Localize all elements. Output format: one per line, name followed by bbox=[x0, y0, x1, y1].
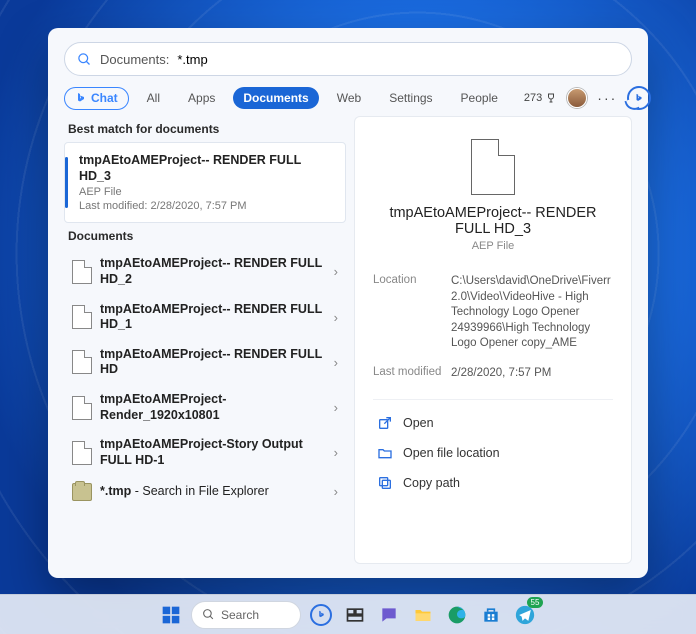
document-result[interactable]: tmpAEtoAMEProject-- RENDER FULL HD › bbox=[64, 340, 346, 385]
preview-pane: tmpAEtoAMEProject-- RENDER FULL HD_3 AEP… bbox=[354, 116, 632, 564]
file-icon bbox=[72, 260, 92, 284]
bing-icon bbox=[634, 92, 644, 104]
result-title: tmpAEtoAMEProject-- RENDER FULL HD_2 bbox=[100, 256, 326, 287]
taskbar-store[interactable] bbox=[477, 601, 505, 629]
tabs-right: 273 ··· bbox=[524, 86, 651, 110]
explorer-query: *.tmp bbox=[100, 484, 131, 498]
folder-icon bbox=[377, 445, 393, 461]
taskbar-file-explorer[interactable] bbox=[409, 601, 437, 629]
tab-people[interactable]: People bbox=[451, 87, 508, 109]
tab-all[interactable]: All bbox=[137, 87, 170, 109]
explorer-suffix: - Search in File Explorer bbox=[131, 484, 269, 498]
more-menu[interactable]: ··· bbox=[597, 90, 617, 106]
taskbar-edge[interactable] bbox=[443, 601, 471, 629]
search-in-explorer[interactable]: *.tmp - Search in File Explorer › bbox=[64, 476, 346, 508]
location-label: Location bbox=[373, 274, 451, 352]
bing-icon bbox=[75, 91, 87, 105]
taskbar-task-view[interactable] bbox=[341, 601, 369, 629]
preview-icon-wrap bbox=[373, 139, 613, 195]
search-input-row[interactable]: Documents: bbox=[64, 42, 632, 76]
modified-value: 2/28/2020, 7:57 PM bbox=[451, 366, 613, 382]
modified-label: Last modified bbox=[373, 366, 451, 382]
chevron-right-icon: › bbox=[334, 484, 338, 499]
bing-chat-circle[interactable] bbox=[627, 86, 651, 110]
preview-type: AEP File bbox=[373, 240, 613, 252]
chat-label: Chat bbox=[91, 91, 118, 105]
documents-heading: Documents bbox=[68, 229, 342, 243]
best-match-type: AEP File bbox=[79, 186, 335, 198]
tab-settings[interactable]: Settings bbox=[379, 87, 442, 109]
best-match-title: tmpAEtoAMEProject-- RENDER FULL HD_3 bbox=[79, 153, 335, 184]
document-result[interactable]: tmpAEtoAMEProject-Render_1920x10801 › bbox=[64, 385, 346, 430]
tab-documents[interactable]: Documents bbox=[233, 87, 318, 109]
file-icon bbox=[72, 441, 92, 465]
results-content: Best match for documents tmpAEtoAMEProje… bbox=[64, 116, 632, 564]
chevron-right-icon: › bbox=[334, 310, 338, 325]
chevron-right-icon: › bbox=[334, 264, 338, 279]
taskbar: Search bbox=[0, 594, 696, 634]
search-scope-prefix: Documents: bbox=[100, 52, 169, 67]
taskbar-bing-chat[interactable] bbox=[307, 601, 335, 629]
best-match-modified: Last modified: 2/28/2020, 7:57 PM bbox=[79, 200, 335, 212]
open-icon bbox=[377, 415, 393, 431]
action-open-location-label: Open file location bbox=[403, 446, 500, 460]
preview-metadata: Location C:\Users\david\OneDrive\Fiverr … bbox=[373, 274, 613, 395]
store-icon bbox=[481, 605, 501, 625]
action-copy-path[interactable]: Copy path bbox=[373, 470, 613, 496]
windows-icon bbox=[161, 605, 181, 625]
chevron-right-icon: › bbox=[334, 445, 338, 460]
result-title: tmpAEtoAMEProject-Render_1920x10801 bbox=[100, 392, 326, 423]
tab-apps[interactable]: Apps bbox=[178, 87, 225, 109]
document-result[interactable]: tmpAEtoAMEProject-- RENDER FULL HD_1 › bbox=[64, 295, 346, 340]
chat-pill[interactable]: Chat bbox=[64, 87, 129, 110]
points-value: 273 bbox=[524, 92, 542, 104]
action-open[interactable]: Open bbox=[373, 410, 613, 436]
document-result[interactable]: tmpAEtoAMEProject-Story Output FULL HD-1… bbox=[64, 430, 346, 475]
search-icon bbox=[77, 52, 92, 67]
file-explorer-icon bbox=[72, 483, 92, 501]
taskbar-search-label: Search bbox=[221, 608, 259, 622]
preview-actions: Open Open file location Copy path bbox=[373, 399, 613, 496]
start-button[interactable] bbox=[157, 601, 185, 629]
chevron-right-icon: › bbox=[334, 355, 338, 370]
best-match-result[interactable]: tmpAEtoAMEProject-- RENDER FULL HD_3 AEP… bbox=[64, 142, 346, 223]
file-icon bbox=[471, 139, 515, 195]
results-left-column: Best match for documents tmpAEtoAMEProje… bbox=[64, 116, 354, 564]
chat-icon bbox=[379, 605, 399, 625]
search-icon bbox=[202, 608, 215, 621]
file-explorer-icon bbox=[413, 605, 433, 625]
preview-title: tmpAEtoAMEProject-- RENDER FULL HD_3 bbox=[373, 205, 613, 237]
telegram-icon bbox=[515, 605, 535, 625]
rewards-points[interactable]: 273 bbox=[524, 92, 557, 104]
bing-icon bbox=[317, 609, 326, 620]
trophy-icon bbox=[545, 92, 557, 104]
tab-web[interactable]: Web bbox=[327, 87, 371, 109]
action-copy-path-label: Copy path bbox=[403, 476, 460, 490]
action-open-label: Open bbox=[403, 416, 434, 430]
document-result[interactable]: tmpAEtoAMEProject-- RENDER FULL HD_2 › bbox=[64, 249, 346, 294]
file-icon bbox=[72, 305, 92, 329]
location-value: C:\Users\david\OneDrive\Fiverr 2.0\Video… bbox=[451, 274, 613, 352]
file-icon bbox=[72, 350, 92, 374]
user-avatar[interactable] bbox=[567, 88, 587, 108]
taskbar-telegram[interactable] bbox=[511, 601, 539, 629]
search-input[interactable] bbox=[177, 52, 619, 67]
file-icon bbox=[72, 396, 92, 420]
filter-tabs: Chat All Apps Documents Web Settings Peo… bbox=[64, 86, 632, 110]
copy-icon bbox=[377, 475, 393, 491]
result-title: tmpAEtoAMEProject-- RENDER FULL HD_1 bbox=[100, 302, 326, 333]
chevron-right-icon: › bbox=[334, 400, 338, 415]
best-match-heading: Best match for documents bbox=[68, 122, 342, 136]
result-title: tmpAEtoAMEProject-Story Output FULL HD-1 bbox=[100, 437, 326, 468]
result-title: tmpAEtoAMEProject-- RENDER FULL HD bbox=[100, 347, 326, 378]
taskbar-chat[interactable] bbox=[375, 601, 403, 629]
search-panel: Documents: Chat All Apps Documents Web S… bbox=[48, 28, 648, 578]
action-open-location[interactable]: Open file location bbox=[373, 440, 613, 466]
edge-icon bbox=[447, 605, 467, 625]
task-view-icon bbox=[345, 605, 365, 625]
taskbar-search[interactable]: Search bbox=[191, 601, 301, 629]
